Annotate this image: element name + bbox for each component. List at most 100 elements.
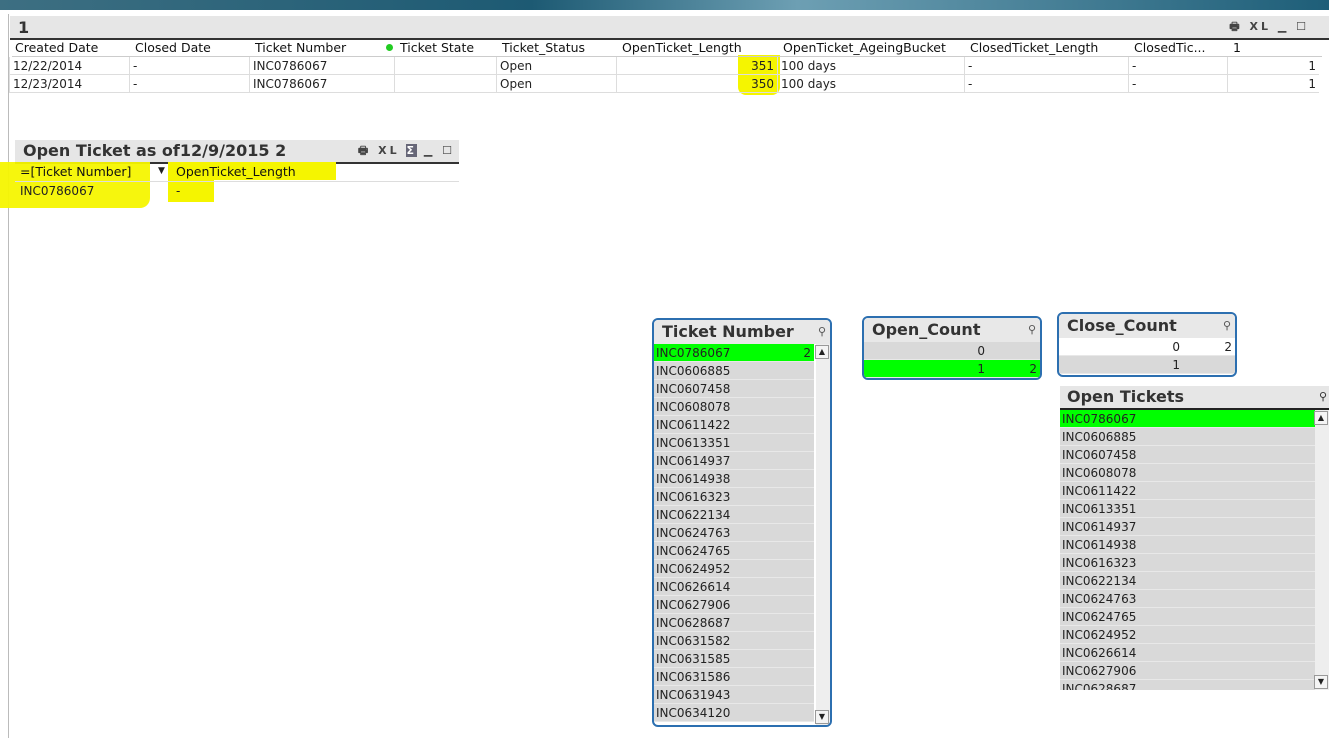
list-item[interactable]: INC0606885 <box>654 362 814 380</box>
minimize-icon[interactable]: ▁ <box>424 144 435 157</box>
scroll-down-icon[interactable]: ▼ <box>815 710 829 724</box>
list-item[interactable]: INC0613351 <box>1060 500 1317 518</box>
list-item[interactable]: INC0616323 <box>654 488 814 506</box>
list-item[interactable]: INC0631582 <box>654 632 814 650</box>
list-item-label: INC0608078 <box>1062 466 1137 480</box>
list-item[interactable]: INC0607458 <box>654 380 814 398</box>
list-item-label: INC0631586 <box>656 670 731 684</box>
list-item-label: INC0611422 <box>656 418 731 432</box>
list-item[interactable]: INC0624952 <box>1060 626 1317 644</box>
print-icon[interactable]: 🖶 <box>358 144 371 157</box>
list-item-count: 2 <box>803 346 811 360</box>
list-item[interactable]: INC0626614 <box>1060 644 1317 662</box>
scroll-down-icon[interactable]: ▼ <box>1314 675 1328 689</box>
search-icon[interactable]: ⚲ <box>818 320 826 344</box>
scroll-up-icon[interactable]: ▲ <box>815 345 829 359</box>
list-item[interactable]: 0 <box>864 342 1040 360</box>
column-header[interactable]: OpenTicket_AgeingBucket <box>780 39 967 57</box>
table1-title: 1 <box>18 18 30 37</box>
listbox-title: Close_Count <box>1067 316 1177 335</box>
list-item[interactable]: INC0634120 <box>654 704 814 722</box>
list-item[interactable]: INC0624952 <box>654 560 814 578</box>
column-header[interactable]: =[Ticket Number] <box>17 163 167 181</box>
list-item[interactable]: INC0622134 <box>1060 572 1317 590</box>
listbox-title: Ticket Number <box>662 322 794 341</box>
list-item[interactable]: INC0631585 <box>654 650 814 668</box>
list-item[interactable]: INC0611422 <box>654 416 814 434</box>
list-item[interactable]: INC0627906 <box>654 596 814 614</box>
list-item[interactable]: INC0613351 <box>654 434 814 452</box>
list-item[interactable]: INC0624765 <box>654 542 814 560</box>
minimize-icon[interactable]: ▁ <box>1278 20 1289 33</box>
list-item[interactable]: INC0606885 <box>1060 428 1317 446</box>
list-item[interactable]: INC0631943 <box>654 686 814 704</box>
list-item-label: INC0624763 <box>1062 592 1137 606</box>
column-header[interactable]: Created Date <box>12 39 132 57</box>
list-item[interactable]: INC0611422 <box>1060 482 1317 500</box>
list-item[interactable]: INC0626614 <box>654 578 814 596</box>
list-item[interactable]: 02 <box>1059 338 1235 356</box>
list-item[interactable]: 12 <box>864 360 1040 378</box>
column-header[interactable]: ClosedTicket_Length <box>967 39 1131 57</box>
list-item[interactable]: INC0786067 2 <box>654 344 814 362</box>
list-item-label: INC0614938 <box>1062 538 1137 552</box>
list-item[interactable]: INC0624765 <box>1060 608 1317 626</box>
list-item[interactable]: INC0786067 <box>1060 410 1317 428</box>
list-item[interactable]: INC0614937 <box>1060 518 1317 536</box>
sum-icon[interactable]: Σ <box>406 144 417 157</box>
list-item-label: INC0606885 <box>656 364 731 378</box>
scrollbar[interactable]: ▲ ▼ <box>1314 410 1329 690</box>
column-header[interactable]: ClosedTic... <box>1131 39 1230 57</box>
table-cell: 1 <box>1227 75 1319 93</box>
column-header[interactable]: OpenTicket_Length <box>173 163 373 181</box>
column-header[interactable]: Ticket Number <box>252 39 397 57</box>
search-icon[interactable]: ⚲ <box>1319 386 1327 408</box>
list-item[interactable]: INC0614937 <box>654 452 814 470</box>
list-item-label: INC0611422 <box>1062 484 1137 498</box>
open-tickets-listbox[interactable]: Open Tickets ⚲ INC0786067 INC0606885 INC060… <box>1060 386 1329 690</box>
list-item[interactable]: INC0608078 <box>1060 464 1317 482</box>
scroll-up-icon[interactable]: ▲ <box>1314 411 1328 425</box>
list-item[interactable]: INC0622134 <box>654 506 814 524</box>
print-icon[interactable]: 🖶 <box>1229 20 1242 33</box>
xl-icon[interactable]: XL <box>378 144 400 157</box>
column-header[interactable]: Closed Date <box>132 39 252 57</box>
search-icon[interactable]: ⚲ <box>1028 318 1036 342</box>
list-item-label: INC0624765 <box>1062 610 1137 624</box>
list-item-label: INC0624763 <box>656 526 731 540</box>
scrollbar[interactable]: ▲ ▼ <box>815 344 830 725</box>
list-item-label: INC0613351 <box>1062 502 1137 516</box>
search-icon[interactable]: ⚲ <box>1223 314 1231 338</box>
list-item[interactable]: INC0607458 <box>1060 446 1317 464</box>
table-cell: - <box>964 57 1128 75</box>
list-item[interactable]: INC0614938 <box>654 470 814 488</box>
ticket-number-listbox[interactable]: Ticket Number ⚲ INC0786067 2 INC0606885 INC0… <box>652 318 832 727</box>
column-header[interactable]: 1 <box>1230 39 1322 57</box>
xl-icon[interactable]: XL <box>1249 20 1271 33</box>
sort-dropdown-icon[interactable]: ▼ <box>158 166 165 176</box>
maximize-icon[interactable]: ☐ <box>442 144 455 157</box>
table2-caption[interactable]: Open Ticket as of12/9/2015 2 🖶 XL Σ ▁ ☐ <box>15 140 459 164</box>
column-header[interactable]: Ticket State <box>397 39 499 57</box>
column-header[interactable]: Ticket_Status <box>499 39 619 57</box>
list-item[interactable]: INC0608078 <box>654 398 814 416</box>
list-item[interactable]: INC0627906 <box>1060 662 1317 680</box>
divider <box>8 14 9 738</box>
list-item[interactable]: INC0628687 <box>1060 680 1317 690</box>
close-count-listbox[interactable]: Close_Count ⚲ 021 <box>1057 312 1237 377</box>
maximize-icon[interactable]: ☐ <box>1296 20 1309 33</box>
list-item-label: INC0627906 <box>656 598 731 612</box>
list-item[interactable]: INC0614938 <box>1060 536 1317 554</box>
table1-caption[interactable]: 1 🖶 XL ▁ ☐ <box>10 16 1329 40</box>
list-item[interactable]: INC0616323 <box>1060 554 1317 572</box>
list-item-label: INC0607458 <box>656 382 731 396</box>
list-item[interactable]: INC0624763 <box>1060 590 1317 608</box>
table-cell: - <box>176 184 181 198</box>
list-item[interactable]: 1 <box>1059 356 1235 374</box>
list-item[interactable]: INC0631586 <box>654 668 814 686</box>
list-item[interactable]: INC0628687 <box>654 614 814 632</box>
column-header[interactable]: OpenTicket_Length <box>619 39 780 57</box>
open-count-listbox[interactable]: Open_Count ⚲ 012 <box>862 316 1042 380</box>
table-cell: 351 <box>616 57 777 75</box>
list-item[interactable]: INC0624763 <box>654 524 814 542</box>
